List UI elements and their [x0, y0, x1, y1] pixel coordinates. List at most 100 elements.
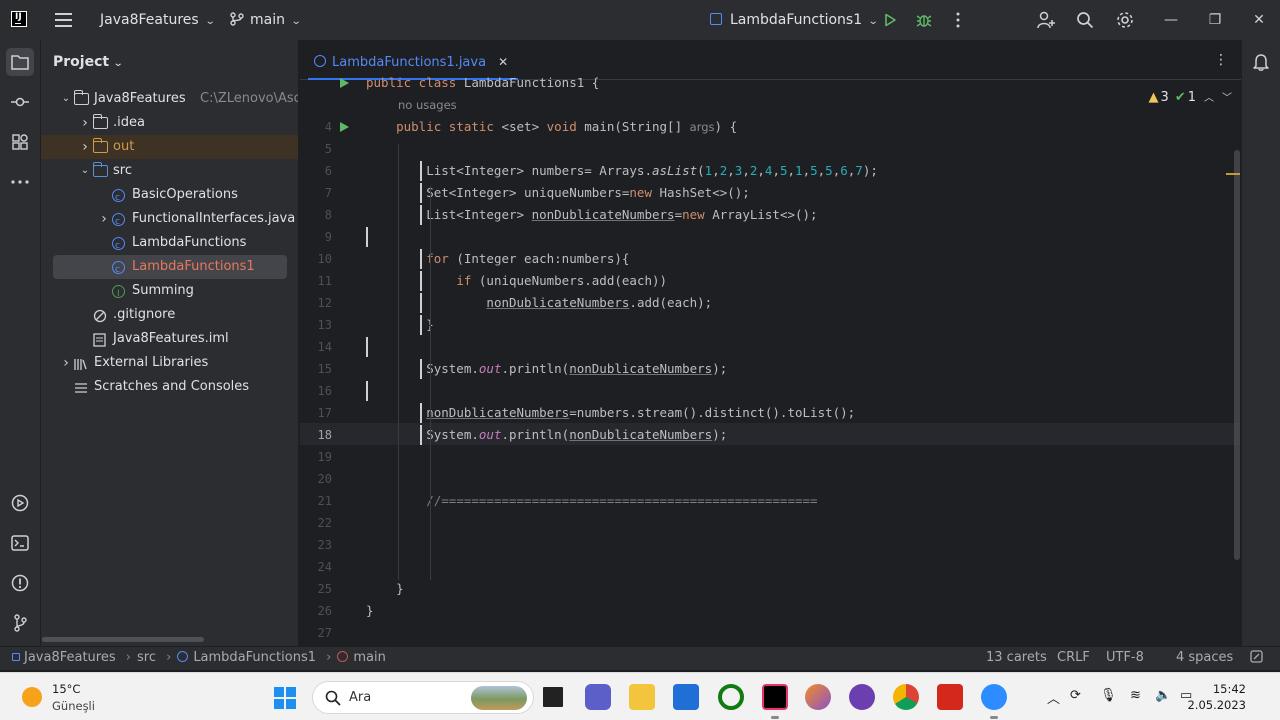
weather-description[interactable]: Güneşli — [52, 699, 95, 713]
sync-icon[interactable]: ⟳ — [1070, 688, 1081, 703]
acrobat-icon[interactable] — [937, 684, 963, 710]
tree-item-external-libraries[interactable]: › External Libraries — [53, 351, 287, 375]
line-number[interactable]: 6 — [300, 164, 332, 178]
tree-item-java8features[interactable]: ⌄ Java8Features C:\ZLenovo\Aso — [53, 87, 298, 111]
maximize-window-icon[interactable]: ❐ — [1205, 10, 1225, 30]
code-line[interactable]: List<Integer> numbers= Arrays.asList(1,2… — [366, 160, 878, 182]
code-line[interactable]: nonDublicateNumbers=numbers.stream().dis… — [366, 402, 855, 424]
volume-icon[interactable]: 🔈 — [1155, 688, 1171, 703]
chevron-right-icon[interactable]: › — [80, 111, 90, 135]
commit-icon[interactable] — [6, 88, 34, 116]
git-icon[interactable] — [6, 609, 34, 637]
read-only-lock-icon[interactable] — [1250, 650, 1263, 667]
caret-count[interactable]: 13 carets — [986, 650, 1047, 665]
line-number[interactable]: 27 — [300, 626, 332, 640]
chevron-down-icon[interactable]: ⌄ — [61, 87, 71, 111]
code-line[interactable]: if (uniqueNumbers.add(each)) — [366, 270, 667, 292]
file-explorer-icon[interactable] — [629, 684, 655, 710]
media-player-icon[interactable] — [849, 684, 875, 710]
breadcrumb-method[interactable]: main — [353, 650, 385, 665]
teams-chat-icon[interactable] — [585, 684, 611, 710]
code-line[interactable]: nonDublicateNumbers.add(each); — [366, 292, 712, 314]
code-line[interactable]: public class LambdaFunctions1 { — [366, 72, 599, 94]
snipping-tool-icon[interactable] — [805, 684, 831, 710]
task-view-icon[interactable] — [540, 684, 566, 710]
run-configuration-selector[interactable]: LambdaFunctions1 ⌄ — [710, 12, 879, 28]
line-number[interactable]: 17 — [300, 406, 332, 420]
tree-item-idea[interactable]: › .idea — [53, 111, 287, 135]
close-tab-icon[interactable]: ✕ — [498, 55, 508, 69]
structure-icon[interactable] — [6, 128, 34, 156]
tree-item-functionalinterfaces-java[interactable]: › FunctionalInterfaces.java — [53, 207, 295, 234]
line-number[interactable]: 7 — [300, 186, 332, 200]
code-line[interactable]: Set<Integer> uniqueNumbers=new HashSet<>… — [366, 182, 750, 204]
line-number[interactable]: 11 — [300, 274, 332, 288]
usage-hint[interactable]: no usages — [398, 94, 457, 116]
project-selector[interactable]: Java8Features ⌄ — [100, 12, 215, 28]
line-number[interactable]: 20 — [300, 472, 332, 486]
line-number[interactable]: 8 — [300, 208, 332, 222]
indent-settings[interactable]: 4 spaces — [1176, 650, 1233, 665]
line-number[interactable]: 9 — [300, 230, 332, 244]
code-line[interactable]: } — [366, 314, 434, 336]
chrome-icon[interactable] — [893, 684, 919, 710]
branch-selector[interactable]: main ⌄ — [230, 12, 302, 28]
windows-start-icon[interactable] — [274, 687, 296, 709]
tree-item-scratches-and-consoles[interactable]: Scratches and Consoles — [53, 375, 287, 399]
line-number[interactable]: 23 — [300, 538, 332, 552]
zoom-icon[interactable] — [981, 684, 1007, 710]
inspection-widget[interactable]: ▲ 3 ✔ 1 ︿ ﹀ — [1149, 89, 1232, 105]
more-tools-icon[interactable] — [6, 168, 34, 196]
debug-icon[interactable] — [914, 10, 934, 30]
chevron-right-icon[interactable]: › — [80, 135, 90, 159]
tree-item-lambdafunctions[interactable]: LambdaFunctions — [53, 231, 287, 258]
line-number[interactable]: 4 — [300, 120, 332, 134]
line-number[interactable]: 13 — [300, 318, 332, 332]
microphone-icon[interactable]: 🎙 — [1100, 688, 1117, 703]
settings-gear-icon[interactable] — [1115, 10, 1135, 30]
horizontal-scrollbar[interactable] — [42, 637, 204, 642]
tree-item-out[interactable]: › out — [41, 135, 298, 159]
line-number[interactable]: 5 — [300, 142, 332, 156]
intellij-taskbar-icon[interactable] — [762, 684, 788, 710]
more-actions-icon[interactable] — [948, 10, 968, 30]
weather-sun-icon[interactable] — [22, 687, 42, 707]
line-number[interactable]: 12 — [300, 296, 332, 310]
warning-stripe-marker[interactable] — [1226, 173, 1240, 175]
previous-highlight-icon[interactable]: ︿ — [1204, 93, 1214, 104]
line-number[interactable]: 18 — [300, 428, 332, 442]
line-number[interactable]: 26 — [300, 604, 332, 618]
file-encoding[interactable]: UTF-8 — [1106, 650, 1144, 665]
services-icon[interactable] — [6, 489, 34, 517]
code-line[interactable]: public static <set> void main(String[] a… — [366, 116, 737, 138]
main-menu-icon[interactable] — [55, 13, 72, 27]
line-number[interactable]: 15 — [300, 362, 332, 376]
search-icon[interactable] — [1075, 10, 1095, 30]
system-clock[interactable]: 15:42 2.05.2023 — [1187, 681, 1246, 713]
tree-item-gitignore[interactable]: .gitignore — [53, 303, 287, 327]
weather-temperature[interactable]: 15°C — [52, 682, 80, 696]
project-panel-header[interactable]: Project ⌄ — [53, 54, 124, 70]
add-user-icon[interactable] — [1036, 10, 1056, 30]
code-line[interactable]: } — [366, 578, 404, 600]
problems-icon[interactable] — [6, 569, 34, 597]
line-number[interactable]: 10 — [300, 252, 332, 266]
tree-item-java8features-iml[interactable]: Java8Features.iml — [53, 327, 287, 351]
project-tool-folder-icon[interactable] — [6, 48, 34, 76]
microsoft-store-icon[interactable] — [673, 684, 699, 710]
close-window-icon[interactable]: ✕ — [1249, 10, 1269, 30]
code-line[interactable]: for (Integer each:numbers){ — [366, 248, 629, 270]
code-line[interactable]: //======================================… — [366, 490, 817, 512]
tree-item-basicoperations[interactable]: BasicOperations — [53, 183, 287, 210]
xbox-icon[interactable] — [718, 684, 744, 710]
next-highlight-icon[interactable]: ﹀ — [1222, 93, 1232, 104]
line-number[interactable]: 16 — [300, 384, 332, 398]
line-number[interactable]: 22 — [300, 516, 332, 530]
breadcrumb-src[interactable]: src — [137, 650, 156, 665]
minimize-window-icon[interactable]: — — [1161, 10, 1181, 30]
line-number[interactable]: 19 — [300, 450, 332, 464]
vertical-scrollbar[interactable] — [1234, 150, 1240, 560]
run-gutter-icon[interactable] — [340, 122, 349, 132]
tree-item-src[interactable]: ⌄ src — [53, 159, 287, 183]
chevron-right-icon[interactable]: › — [99, 207, 109, 231]
